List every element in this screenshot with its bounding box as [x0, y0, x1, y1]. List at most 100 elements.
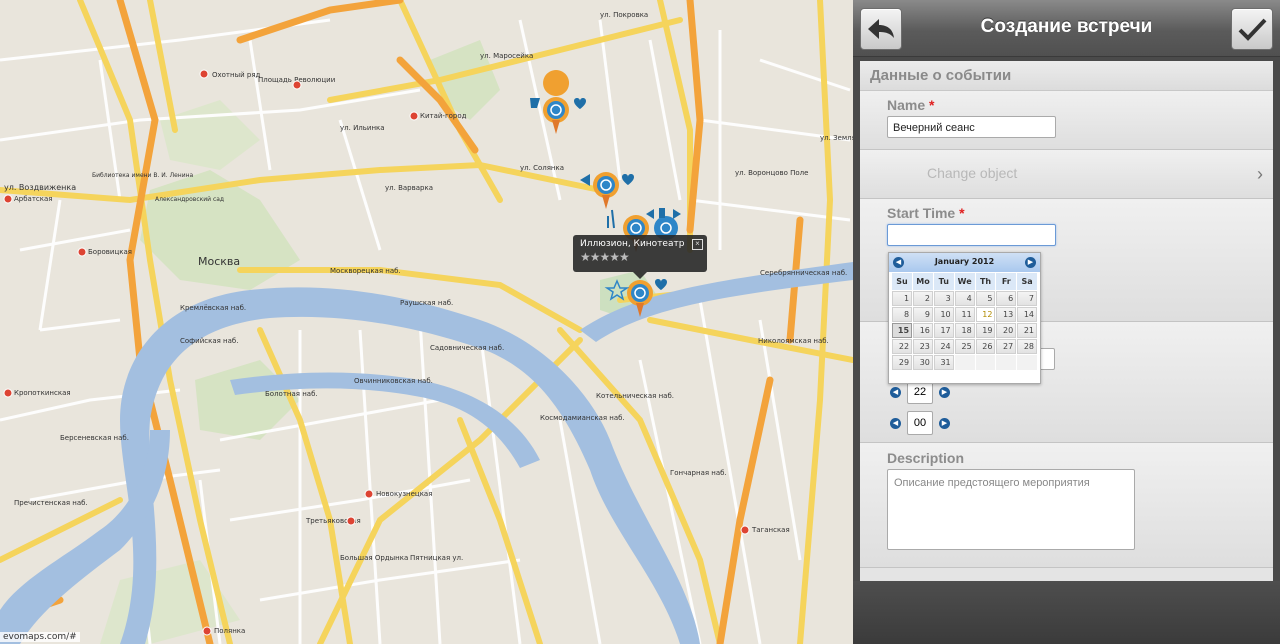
minute-increment-icon[interactable]: ▶ [939, 417, 950, 429]
calendar-day[interactable]: 30 [913, 355, 933, 370]
hour-increment-icon[interactable]: ▶ [939, 386, 950, 398]
calendar-day[interactable]: 13 [996, 307, 1017, 322]
calendar-title: January 2012 [934, 257, 995, 266]
calendar-day[interactable]: 28 [1017, 339, 1037, 354]
weekday-header: Tu [933, 273, 954, 290]
calendar-day[interactable]: 21 [1017, 323, 1037, 338]
svg-text:Пятницкая ул.: Пятницкая ул. [410, 554, 463, 562]
description-label: Description [887, 450, 965, 466]
svg-text:Серебрянническая наб.: Серебрянническая наб. [760, 269, 847, 277]
metro-icon [740, 525, 750, 535]
rating-stars: ★★★★★ [580, 250, 630, 264]
svg-text:Кропоткинская: Кропоткинская [14, 389, 71, 397]
calendar-day[interactable]: 7 [1017, 291, 1037, 306]
svg-text:Пречистенская наб.: Пречистенская наб. [14, 499, 88, 507]
checkmark-icon [1238, 18, 1267, 41]
name-input[interactable]: Вечерний сеанс [887, 116, 1056, 138]
svg-text:ул. Покровка: ул. Покровка [600, 11, 648, 19]
map-attribution[interactable]: evomaps.com/# [0, 632, 80, 642]
svg-text:Болотная наб.: Болотная наб. [265, 390, 318, 398]
date-picker[interactable]: ◀ January 2012 ▶ Su Mo Tu We Th Fr Sa 12345678… [888, 252, 1041, 384]
svg-text:Гончарная наб.: Гончарная наб. [670, 469, 727, 477]
poi-popup[interactable]: Иллюзион, Кинотеатр × ★★★★★ [573, 235, 707, 279]
svg-text:Боровицкая: Боровицкая [88, 248, 132, 256]
map-canvas[interactable]: Москва Охотный ряд Площадь Революции Кит… [0, 0, 853, 644]
calendar-day[interactable]: 15 [892, 323, 913, 338]
panel-header: Создание встречи [853, 0, 1280, 57]
svg-text:ул. Воронцово Поле: ул. Воронцово Поле [735, 169, 808, 177]
svg-text:Александровский сад: Александровский сад [155, 196, 224, 203]
calendar-day[interactable]: 11 [954, 307, 975, 322]
calendar-day[interactable]: 16 [913, 323, 933, 338]
map-view[interactable]: Москва Охотный ряд Площадь Революции Кит… [0, 0, 853, 644]
calendar-empty-cell [996, 355, 1017, 370]
calendar-day[interactable]: 24 [933, 339, 954, 354]
calendar-header: ◀ January 2012 ▶ [889, 253, 1040, 272]
svg-text:Охотный ряд: Охотный ряд [212, 71, 261, 79]
svg-text:Библиотека имени В. И. Ленина: Библиотека имени В. И. Ленина [92, 172, 194, 179]
calendar-day[interactable]: 6 [996, 291, 1017, 306]
svg-text:Николоямская наб.: Николоямская наб. [758, 337, 829, 345]
back-button[interactable] [860, 8, 902, 50]
minute-decrement-icon[interactable]: ◀ [890, 417, 901, 429]
svg-text:Котельническая наб.: Котельническая наб. [596, 392, 674, 400]
calendar-day[interactable]: 29 [892, 355, 913, 370]
calendar-day[interactable]: 31 [933, 355, 954, 370]
calendar-day[interactable]: 10 [933, 307, 954, 322]
metro-icon [202, 626, 212, 636]
svg-text:Большая Ордынка: Большая Ордынка [340, 554, 408, 562]
svg-text:Садовническая наб.: Садовническая наб. [430, 344, 504, 352]
calendar-day[interactable]: 20 [996, 323, 1017, 338]
calendar-day[interactable]: 12 [975, 307, 996, 322]
calendar-day[interactable]: 8 [892, 307, 913, 322]
calendar-grid: Su Mo Tu We Th Fr Sa 1 2 3 4 5 6 7 8 9 10 11 12 13 14 15 16 17… [891, 272, 1038, 371]
calendar-day[interactable]: 17 [933, 323, 954, 338]
calendar-day[interactable]: 14 [1017, 307, 1037, 322]
label-moscow: Москва [198, 255, 240, 268]
minute-stepper[interactable]: ◀ 00 ▶ [890, 411, 950, 435]
calendar-day[interactable]: 5 [975, 291, 996, 306]
metro-icon [292, 80, 302, 90]
minute-value[interactable]: 00 [907, 411, 933, 435]
svg-text:ул. Солянка: ул. Солянка [520, 164, 564, 172]
calendar-day[interactable]: 23 [913, 339, 933, 354]
next-month-icon[interactable]: ▶ [1025, 257, 1036, 268]
calendar-day[interactable]: 18 [954, 323, 975, 338]
calendar-day[interactable]: 9 [913, 307, 933, 322]
svg-text:Китай-город: Китай-город [420, 112, 467, 120]
hour-decrement-icon[interactable]: ◀ [890, 386, 901, 398]
popup-title: Иллюзион, Кинотеатр [580, 239, 685, 249]
name-row: Name * Вечерний сеанс [860, 91, 1273, 150]
svg-text:ул. Воздвиженка: ул. Воздвиженка [4, 183, 76, 192]
svg-text:Новокузнецкая: Новокузнецкая [376, 490, 432, 498]
confirm-button[interactable] [1231, 8, 1273, 50]
calendar-day[interactable]: 25 [954, 339, 975, 354]
calendar-day[interactable]: 2 [913, 291, 933, 306]
chevron-right-icon: › [1257, 164, 1263, 184]
svg-text:ул. Ильинка: ул. Ильинка [340, 124, 385, 132]
description-textarea[interactable]: Описание предстоящего мероприятия [887, 469, 1135, 550]
start-time-label: Start Time * [887, 205, 965, 221]
calendar-day[interactable]: 22 [892, 339, 913, 354]
section-title: Данные о событии [860, 61, 1273, 91]
calendar-empty-cell [954, 355, 975, 370]
calendar-day[interactable]: 4 [954, 291, 975, 306]
calendar-day[interactable]: 26 [975, 339, 996, 354]
metro-icon [346, 516, 356, 526]
required-mark: * [959, 205, 965, 221]
required-mark: * [929, 97, 935, 113]
calendar-day[interactable]: 3 [933, 291, 954, 306]
weekday-header: Sa [1017, 273, 1037, 290]
calendar-day[interactable]: 27 [996, 339, 1017, 354]
calendar-day[interactable]: 19 [975, 323, 996, 338]
calendar-empty-cell [1017, 355, 1037, 370]
change-object-row[interactable]: Change object › [860, 150, 1273, 199]
close-icon[interactable]: × [692, 239, 703, 250]
weekday-header: Mo [913, 273, 933, 290]
weekday-header: We [954, 273, 975, 290]
name-label: Name * [887, 97, 935, 113]
calendar-day[interactable]: 1 [892, 291, 913, 306]
back-arrow-icon [868, 19, 894, 39]
svg-text:Берсеневская наб.: Берсеневская наб. [60, 434, 129, 442]
start-time-input[interactable] [887, 224, 1056, 246]
